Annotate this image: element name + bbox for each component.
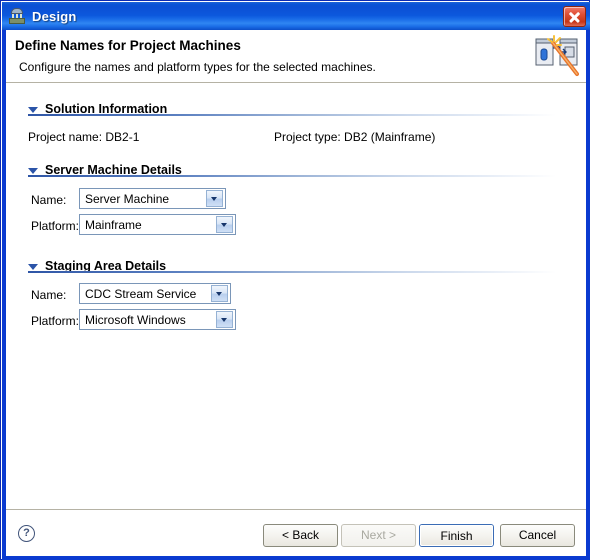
building-icon (8, 7, 26, 25)
server-platform-combo[interactable]: Mainframe (79, 214, 236, 235)
project-name-value: Project name: DB2-1 (28, 130, 140, 144)
section-separator-staging-area-details (28, 271, 556, 273)
help-icon[interactable]: ? (18, 525, 35, 542)
window-title: Design (32, 8, 77, 24)
section-separator-server-machine-details (28, 175, 556, 177)
server-platform-combo-value: Mainframe (85, 217, 142, 232)
next-button: Next > (341, 524, 416, 547)
chevron-down-icon[interactable] (206, 190, 223, 207)
triangle-down-icon (28, 106, 38, 113)
close-icon[interactable] (563, 5, 586, 27)
finish-button[interactable]: Finish (419, 524, 494, 547)
window-edge-right (586, 30, 590, 560)
wizard-wand-icon (535, 35, 579, 76)
staging-platform-combo-value: Microsoft Windows (85, 312, 186, 327)
wizard-header: Define Names for Project Machines Config… (6, 30, 586, 83)
server-name-combo[interactable]: Server Machine (79, 188, 226, 209)
staging-name-combo-value: CDC Stream Service (85, 286, 197, 301)
staging-name-combo[interactable]: CDC Stream Service (79, 283, 231, 304)
staging-name-label: Name: (31, 288, 67, 302)
triangle-down-icon (28, 263, 38, 270)
chevron-down-icon[interactable] (216, 311, 233, 328)
page-subtitle: Configure the names and platform types f… (19, 60, 376, 74)
dialog-footer: ? < Back Next > Finish Cancel (6, 509, 586, 556)
cancel-button[interactable]: Cancel (500, 524, 575, 547)
server-name-label: Name: (31, 193, 67, 207)
title-bar: Design (2, 2, 590, 30)
staging-platform-label: Platform: (31, 314, 80, 328)
staging-platform-combo[interactable]: Microsoft Windows (79, 309, 236, 330)
server-platform-label: Platform: (31, 219, 80, 233)
chevron-down-icon[interactable] (216, 216, 233, 233)
server-name-combo-value: Server Machine (85, 191, 170, 206)
chevron-down-icon[interactable] (211, 285, 228, 302)
section-separator-solution-information (28, 114, 556, 116)
project-type-value: Project type: DB2 (Mainframe) (274, 130, 436, 144)
wizard-body: Solution Information Project name: DB2-1… (6, 83, 586, 509)
back-button[interactable]: < Back (263, 524, 338, 547)
finish-button-label: Finish (420, 525, 493, 546)
design-dialog-window: Design Define Names for Project Machines… (0, 0, 590, 560)
triangle-down-icon (28, 167, 38, 174)
page-title: Define Names for Project Machines (15, 38, 241, 53)
window-edge-bottom (2, 556, 590, 560)
